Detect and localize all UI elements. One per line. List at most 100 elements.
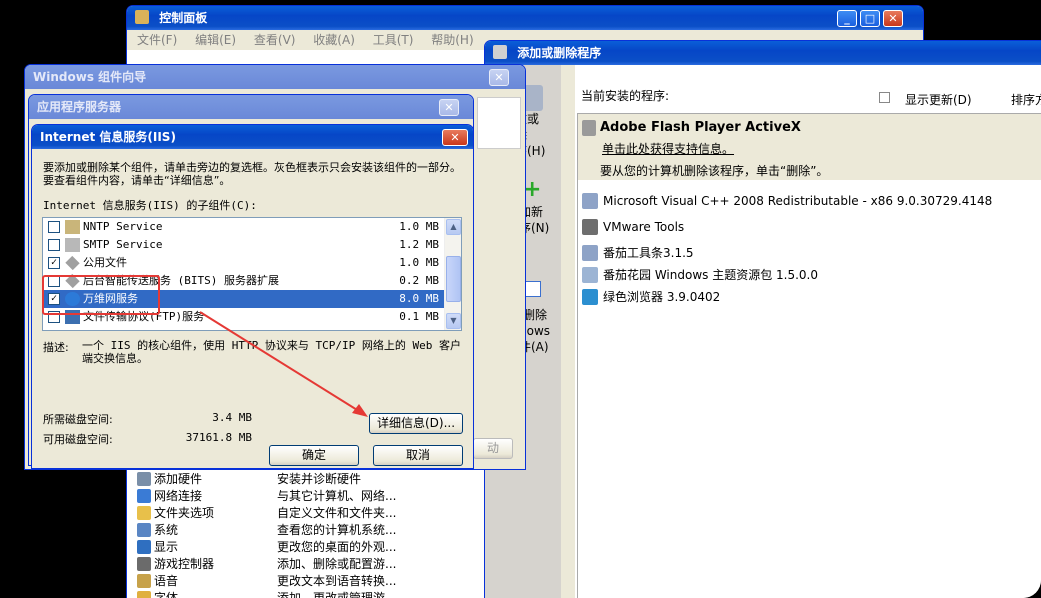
close-icon[interactable]: ✕ <box>439 99 459 116</box>
cp-item-label: 网络连接 <box>154 489 203 503</box>
cp-item-desc: 自定义文件和文件夹... <box>277 506 397 520</box>
component-name: SMTP Service <box>83 238 163 251</box>
control-panel-titlebar[interactable]: 控制面板 <box>127 6 923 30</box>
arp-title: 添加或删除程序 <box>517 46 602 60</box>
cp-item-label: 添加硬件 <box>154 472 203 486</box>
component-name: 公用文件 <box>83 256 127 269</box>
menu-favorites[interactable]: 收藏(A) <box>313 33 355 47</box>
cp-item-desc: 查看您的计算机系统... <box>277 523 397 537</box>
fonts-icon <box>137 591 151 598</box>
cp-item-label: 文件夹选项 <box>154 506 215 520</box>
iis-titlebar[interactable]: Internet 信息服务(IIS) <box>32 125 473 149</box>
program-row[interactable]: Microsoft Visual C++ 2008 Redistributabl… <box>578 190 1041 212</box>
program-name: 番茄花园 Windows 主题资源包 1.5.0.0 <box>603 268 818 282</box>
show-updates-label[interactable]: 显示更新(D) <box>905 91 972 108</box>
vmware-icon <box>582 219 598 235</box>
scroll-down-icon[interactable]: ▼ <box>446 313 461 329</box>
program-row[interactable]: VMware Tools <box>578 216 1041 238</box>
add-remove-programs-window: 添加或删除程序 改或 除 序(H) + 加新 序(N) /删除 dows 件(A… <box>484 40 1041 598</box>
flash-icon <box>582 120 596 136</box>
arp-icon <box>493 45 507 59</box>
maximize-icon[interactable]: □ <box>860 10 880 27</box>
selected-program-name: Adobe Flash Player ActiveX <box>600 120 801 135</box>
iis-dialog: Internet 信息服务(IIS) ✕ 要添加或删除某个组件，请单击旁边的复选… <box>31 124 474 469</box>
cp-item-add-hardware[interactable]: 添加硬件 <box>137 471 202 488</box>
component-size: 0.2 MB <box>399 274 439 287</box>
program-row[interactable]: 绿色浏览器 3.9.0402 <box>578 286 1041 308</box>
list-item-smtp[interactable]: SMTP Service 1.2 MB <box>43 236 447 254</box>
joystick-icon <box>137 557 151 571</box>
folder-icon <box>137 506 151 520</box>
system-icon <box>137 523 151 537</box>
menu-tools[interactable]: 工具(T) <box>373 33 414 47</box>
menu-help[interactable]: 帮助(H) <box>431 33 473 47</box>
app-server-title: 应用程序服务器 <box>37 100 122 114</box>
menu-view[interactable]: 查看(V) <box>254 33 296 47</box>
component-name: NNTP Service <box>83 220 163 233</box>
program-row[interactable]: 番茄花园 Windows 主题资源包 1.5.0.0 <box>578 264 1041 286</box>
cp-item-fonts[interactable]: 字体 <box>137 590 178 598</box>
selected-program-panel[interactable]: Adobe Flash Player ActiveX 单击此处获得支持信息。 要… <box>578 114 1041 180</box>
speech-icon <box>137 574 151 588</box>
component-size: 1.0 MB <box>399 220 439 233</box>
remove-hint: 要从您的计算机删除该程序，单击“删除”。 <box>600 164 829 178</box>
subcomponents-label: Internet 信息服务(IIS) 的子组件(C): <box>43 199 257 212</box>
cp-item-label: 游戏控制器 <box>154 557 215 571</box>
cp-item-game-controllers[interactable]: 游戏控制器 <box>137 556 214 573</box>
minimize-icon[interactable]: _ <box>837 10 857 27</box>
menu-edit[interactable]: 编辑(E) <box>195 33 236 47</box>
support-info-link[interactable]: 单击此处获得支持信息。 <box>602 140 734 157</box>
annotation-box <box>42 275 160 315</box>
program-row[interactable]: 番茄工具条3.1.5 <box>578 242 1041 264</box>
cancel-button[interactable]: 取消 <box>373 445 463 466</box>
cp-item-desc: 添加、删除或配置游... <box>277 557 397 571</box>
app-server-titlebar[interactable]: 应用程序服务器 <box>29 95 473 119</box>
control-panel-title: 控制面板 <box>159 11 208 25</box>
network-icon <box>137 489 151 503</box>
wizard-titlebar[interactable]: Windows 组件向导 <box>25 65 525 89</box>
checkbox-checked[interactable]: ✓ <box>48 257 60 269</box>
ok-button[interactable]: 确定 <box>269 445 359 466</box>
cp-item-desc: 更改您的桌面的外观... <box>277 540 397 554</box>
description-text: 一个 IIS 的核心组件，使用 HTTP 协议来与 TCP/IP 网络上的 We… <box>82 339 461 365</box>
close-icon[interactable]: ✕ <box>883 10 903 27</box>
list-item-common-files[interactable]: ✓ 公用文件 1.0 MB <box>43 254 447 272</box>
cp-item-label: 系统 <box>154 523 179 537</box>
hardware-icon <box>137 472 151 486</box>
cp-item-desc: 安装并诊断硬件 <box>277 472 362 486</box>
list-item-nntp[interactable]: NNTP Service 1.0 MB <box>43 218 447 236</box>
details-button[interactable]: 详细信息(D)... <box>369 413 463 434</box>
component-size: 0.1 MB <box>399 310 439 323</box>
cp-item-folder-options[interactable]: 文件夹选项 <box>137 505 214 522</box>
list-scrollbar[interactable]: ▲ ▼ <box>444 218 461 330</box>
cp-item-desc: 与其它计算机、网络... <box>277 489 397 503</box>
close-icon[interactable]: ✕ <box>489 69 509 86</box>
show-updates-checkbox[interactable] <box>879 92 890 103</box>
menu-file[interactable]: 文件(F) <box>137 33 177 47</box>
iis-title: Internet 信息服务(IIS) <box>40 130 176 144</box>
cp-item-network[interactable]: 网络连接 <box>137 488 202 505</box>
cp-item-speech[interactable]: 语音 <box>137 573 178 590</box>
checkbox[interactable] <box>48 239 60 251</box>
cp-item-label: 显示 <box>154 540 179 554</box>
component-size: 8.0 MB <box>399 292 439 305</box>
component-size: 1.0 MB <box>399 256 439 269</box>
common-files-icon <box>65 255 80 271</box>
cp-item-display[interactable]: 显示 <box>137 539 178 556</box>
checkbox[interactable] <box>48 221 60 233</box>
cp-item-label: 语音 <box>154 574 179 588</box>
scroll-up-icon[interactable]: ▲ <box>446 219 461 235</box>
cp-item-system[interactable]: 系统 <box>137 522 178 539</box>
close-icon[interactable]: ✕ <box>442 129 468 146</box>
nntp-icon <box>65 220 80 234</box>
disk-required-value: 3.4 MB <box>212 411 252 424</box>
disk-available-value: 37161.8 MB <box>185 431 252 444</box>
arp-titlebar[interactable]: 添加或删除程序 <box>485 41 1041 65</box>
wizard-next-button[interactable]: 动 <box>473 438 513 459</box>
windows-components-icon <box>525 281 541 297</box>
scroll-thumb[interactable] <box>446 256 461 302</box>
description-label: 描述: <box>43 341 69 354</box>
program-name: VMware Tools <box>603 220 685 234</box>
smtp-icon <box>65 238 80 252</box>
tomato-toolbar-icon <box>582 245 598 261</box>
